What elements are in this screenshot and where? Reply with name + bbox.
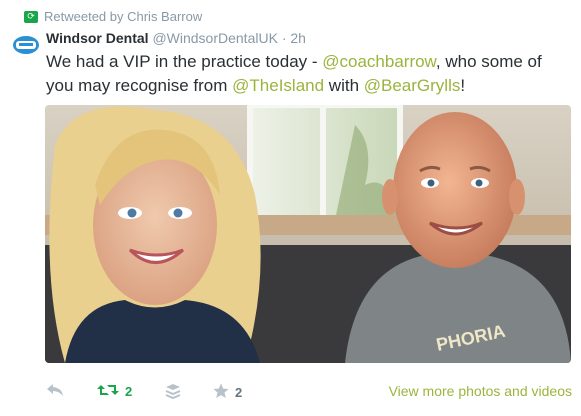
mention-coachbarrow[interactable]: @coachbarrow [322,52,436,71]
mention-theisland[interactable]: @TheIsland [232,76,324,95]
tweet-text-part: ! [460,76,466,95]
reply-button[interactable] [46,383,64,400]
buffer-button[interactable] [165,383,181,402]
tweet-text-part: We had a VIP in the practice today - [46,52,323,71]
retweet-icon: ⟳ [24,10,38,23]
tweet-text-part: with [324,76,364,95]
mention-beargrylls[interactable]: @BearGrylls [364,76,461,95]
tweet-text: We had a VIP in the practice today - @co… [46,50,571,98]
favorite-button[interactable]: 2 [213,383,242,402]
retweet-button[interactable]: 2 [97,383,132,400]
view-more-media-link[interactable]: View more photos and videos [389,383,572,399]
tweet-photo[interactable]: PHORIA [45,105,571,363]
author-name[interactable]: Windsor Dental [46,30,149,46]
tweet-timestamp[interactable]: 2h [290,30,306,46]
star-icon [213,383,229,402]
retweet-icon [97,383,119,400]
avatar[interactable] [12,33,40,57]
retweet-context: ⟳ Retweeted by Chris Barrow [24,9,202,24]
tweet-actions: 2 2 View more photos and videos [46,383,572,405]
reply-icon [46,383,64,400]
favorite-count: 2 [235,385,243,400]
retweet-count: 2 [125,384,133,399]
author-handle[interactable]: @WindsorDentalUK [152,30,277,46]
separator-dot: · [281,30,287,46]
tweet-header: Windsor Dental @WindsorDentalUK · 2h [46,30,306,46]
buffer-stack-icon [165,383,181,402]
retweet-context-text[interactable]: Retweeted by Chris Barrow [44,9,202,24]
